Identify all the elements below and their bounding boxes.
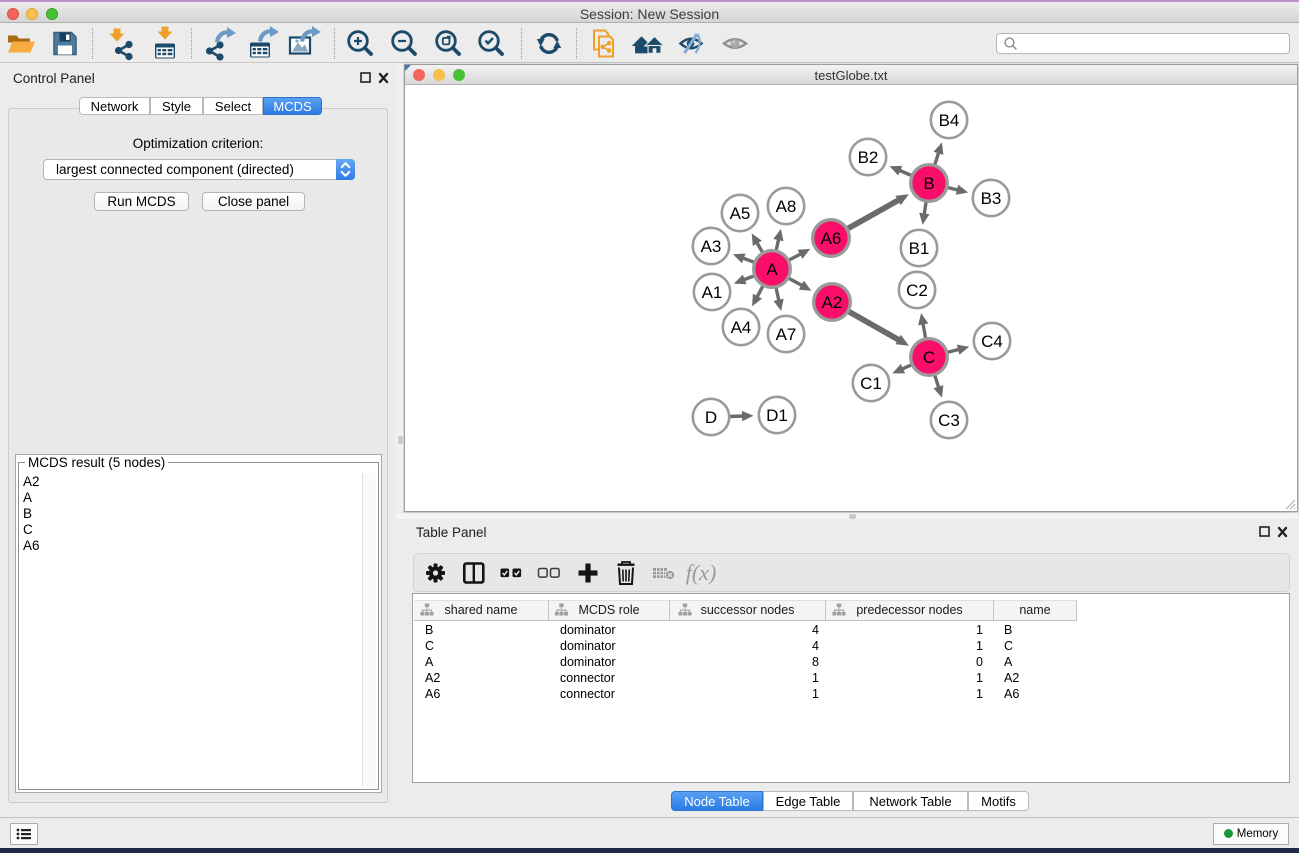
svg-text:A1: A1 [702, 283, 723, 302]
svg-text:D1: D1 [766, 406, 788, 425]
svg-text:C4: C4 [981, 332, 1003, 351]
svg-text:C3: C3 [938, 411, 960, 430]
svg-text:A6: A6 [821, 229, 842, 248]
svg-text:B2: B2 [858, 148, 879, 167]
svg-text:A7: A7 [776, 325, 797, 344]
svg-text:C2: C2 [906, 281, 928, 300]
svg-text:C1: C1 [860, 374, 882, 393]
svg-text:A8: A8 [776, 197, 797, 216]
svg-text:A5: A5 [730, 204, 751, 223]
svg-text:A4: A4 [731, 318, 752, 337]
svg-text:B3: B3 [981, 189, 1002, 208]
svg-text:C: C [923, 348, 935, 367]
svg-text:D: D [705, 408, 717, 427]
svg-text:B: B [923, 174, 934, 193]
svg-text:A2: A2 [822, 293, 843, 312]
svg-text:A3: A3 [701, 237, 722, 256]
svg-text:B4: B4 [939, 111, 960, 130]
svg-text:A: A [766, 260, 778, 279]
svg-text:B1: B1 [909, 239, 930, 258]
svg-text:f(x): f(x) [686, 560, 717, 585]
